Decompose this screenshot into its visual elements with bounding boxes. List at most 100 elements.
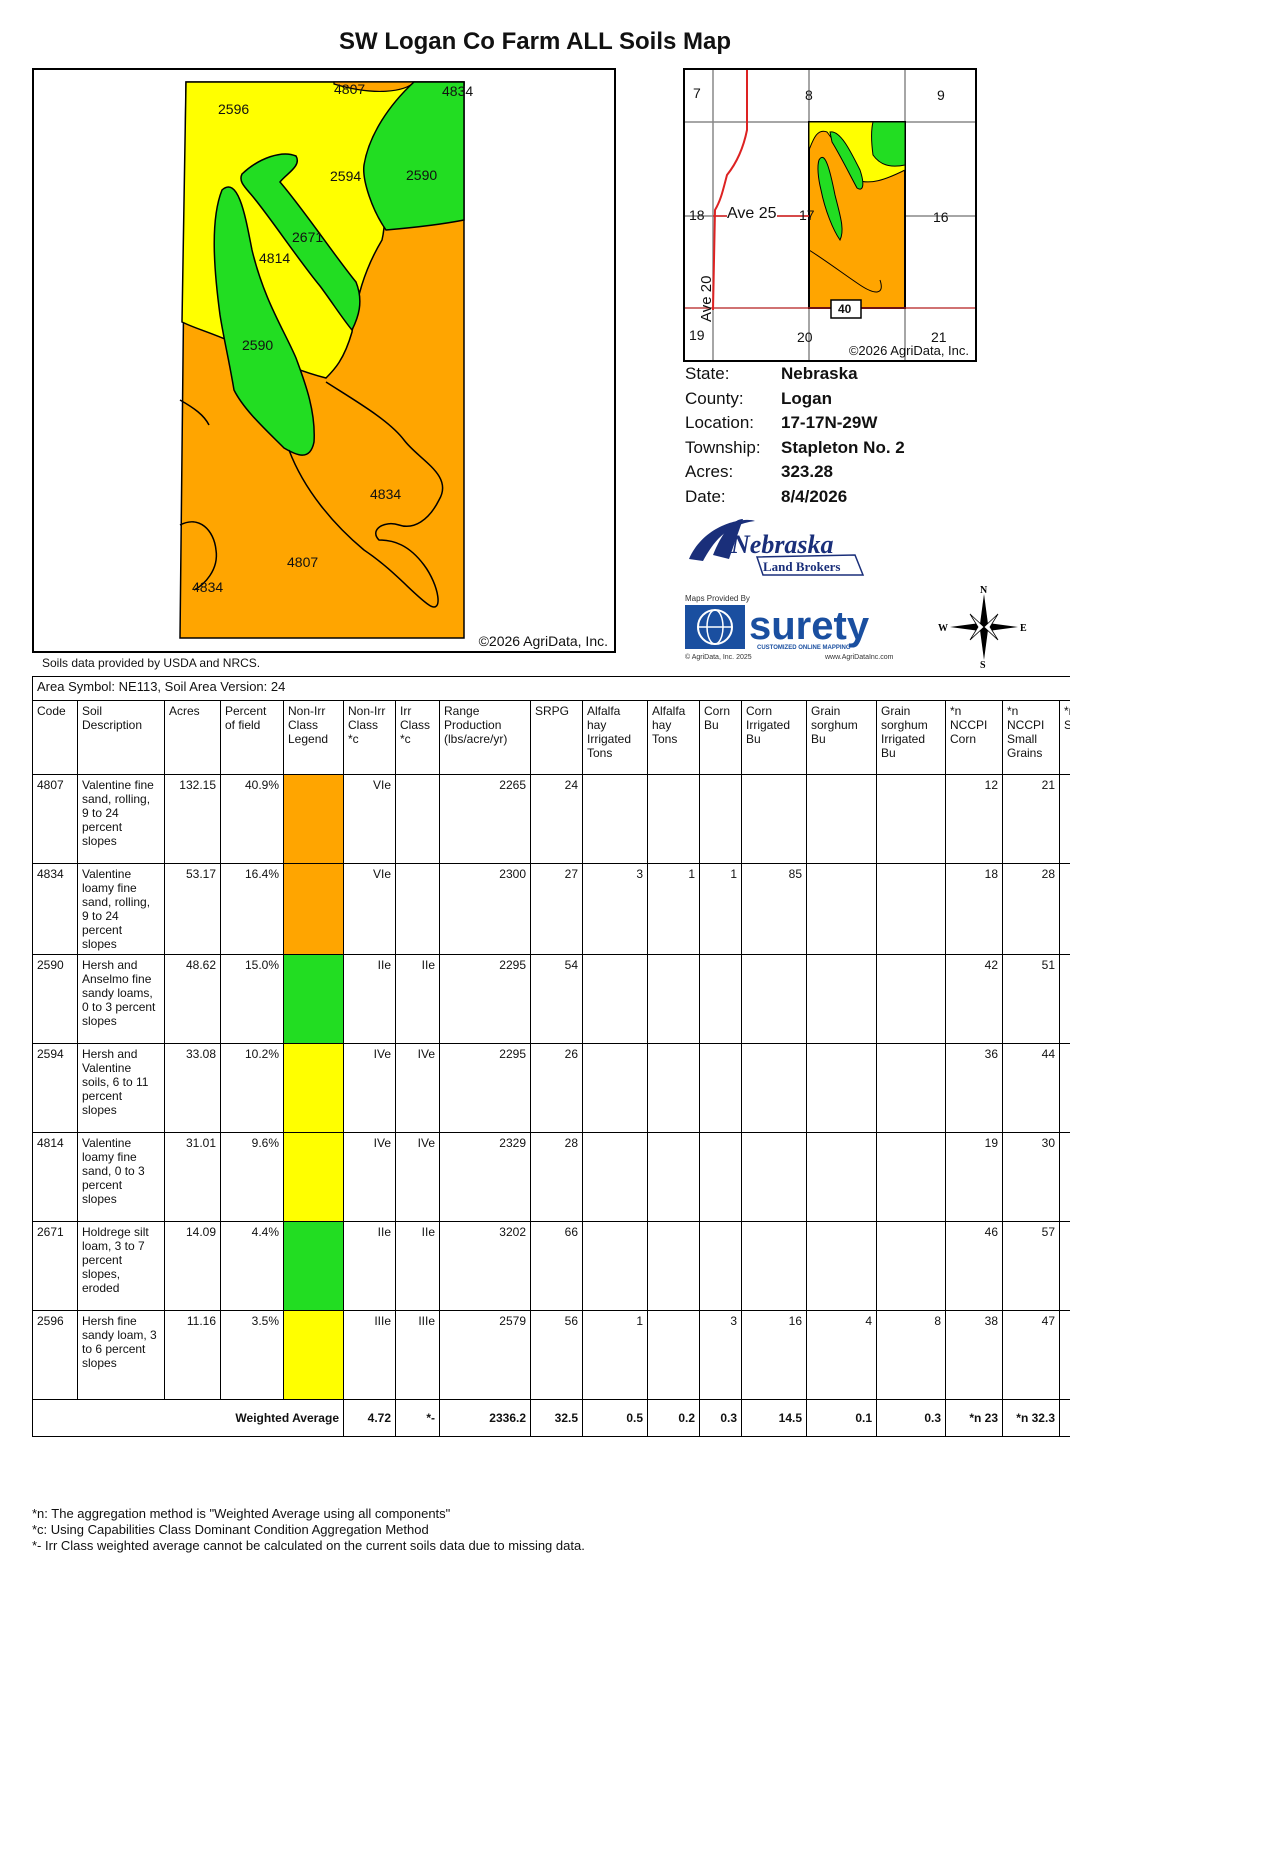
col-header: Alfalfa hay Irrigated Tons	[582, 700, 648, 775]
cell-pct: 3.5%	[220, 1310, 284, 1400]
cell-alf-irr: 1	[582, 1310, 648, 1400]
col-header: Percent of field	[220, 700, 284, 775]
class-legend-swatch	[283, 863, 344, 955]
soils-table: Code Soil Description Acres Percent of f…	[32, 700, 1123, 1437]
col-header: Non-Irr Class *c	[343, 700, 396, 775]
cell-corn-irr: 16	[741, 1310, 807, 1400]
cell-corn-irr	[741, 954, 807, 1044]
cell-nccpi-corn: 42	[945, 954, 1003, 1044]
map-label-2596: 2596	[218, 101, 250, 117]
cell-pct: 9.6%	[220, 1132, 284, 1222]
cell-alf-irr	[582, 1132, 648, 1222]
cell-desc: Hersh and Valentine soils, 6 to 11 perce…	[77, 1043, 165, 1133]
weighted-gs-irr: 0.3	[876, 1399, 946, 1437]
cell-irr: IIe	[395, 1221, 440, 1311]
info-row-location: Location: 17-17N-29W	[685, 413, 878, 433]
cell-corn: 1	[699, 863, 742, 955]
map-label-2594: 2594	[330, 168, 362, 184]
cell-code: 2671	[32, 1221, 78, 1311]
section-label-7: 7	[693, 85, 701, 101]
cell-nonirr: VIe	[343, 774, 396, 864]
cell-srpg: 27	[530, 863, 583, 955]
cell-srpg: 66	[530, 1221, 583, 1311]
cell-srpg: 26	[530, 1043, 583, 1133]
cell-acres: 48.62	[164, 954, 221, 1044]
cell-nonirr: IVe	[343, 1132, 396, 1222]
cell-acres: 31.01	[164, 1132, 221, 1222]
farm-info: State: Nebraska County: Logan Location: 17-…	[685, 364, 905, 512]
map-label-4814: 4814	[259, 250, 291, 266]
cell-alf	[647, 774, 700, 864]
compass-e: E	[1020, 623, 1027, 634]
cell-acres: 11.16	[164, 1310, 221, 1400]
compass-w: W	[938, 623, 948, 634]
map-label-2590-left: 2590	[242, 337, 274, 353]
cell-corn: 3	[699, 1310, 742, 1400]
class-legend-swatch	[283, 774, 344, 864]
cell-irr: IVe	[395, 1132, 440, 1222]
cell-desc: Valentine loamy fine sand, rolling, 9 to…	[77, 863, 165, 955]
cell-desc: Holdrege silt loam, 3 to 7 percent slope…	[77, 1221, 165, 1311]
compass-s: S	[980, 660, 986, 670]
map-label-4807-top: 4807	[334, 81, 366, 97]
cell-range: 2295	[439, 1043, 531, 1133]
cell-alf	[647, 1221, 700, 1311]
class-legend-swatch	[283, 1221, 344, 1311]
col-header: *n NCCPI Small Grains	[1002, 700, 1060, 775]
cell-gs	[806, 1132, 877, 1222]
cell-acres: 53.17	[164, 863, 221, 955]
section-label-21: 21	[931, 329, 947, 345]
col-header: Corn Bu	[699, 700, 742, 775]
cell-gs	[806, 774, 877, 864]
footnote-n: *n: The aggregation method is "Weighted …	[32, 1506, 451, 1521]
cell-gs-irr	[876, 1221, 946, 1311]
nlb-logo-name: Nebraska	[730, 530, 834, 559]
cell-nccpi-sg: 30	[1002, 1132, 1060, 1222]
surety-provided-by: Maps Provided By	[685, 594, 750, 603]
map-label-2590-top: 2590	[406, 167, 438, 183]
cell-corn-irr	[741, 1043, 807, 1133]
cell-alf-irr	[582, 1221, 648, 1311]
cell-code: 2590	[32, 954, 78, 1044]
cell-irr: IVe	[395, 1043, 440, 1133]
locator-copyright: ©2026 AgriData, Inc.	[848, 343, 969, 358]
cell-code: 4807	[32, 774, 78, 864]
cell-nccpi-corn: 19	[945, 1132, 1003, 1222]
soils-map-drawing	[179, 81, 465, 639]
cell-range: 2295	[439, 954, 531, 1044]
map-label-4834-bottom: 4834	[192, 579, 224, 595]
info-row-township: Township: Stapleton No. 2	[685, 437, 905, 457]
col-header: Soil Description	[77, 700, 165, 775]
cell-corn-irr	[741, 774, 807, 864]
highway-shield-label: 40	[838, 302, 852, 316]
footnote-dash: *- Irr Class weighted average cannot be …	[32, 1538, 585, 1553]
cell-nonirr: IIe	[343, 1221, 396, 1311]
weighted-irr: *-	[395, 1399, 440, 1437]
cell-pct: 15.0%	[220, 954, 284, 1044]
cell-gs-irr: 8	[876, 1310, 946, 1400]
cell-nccpi-corn: 46	[945, 1221, 1003, 1311]
cell-alf	[647, 954, 700, 1044]
cell-srpg: 54	[530, 954, 583, 1044]
cell-alf	[647, 1132, 700, 1222]
weighted-corn-irr: 14.5	[741, 1399, 807, 1437]
cell-range: 2579	[439, 1310, 531, 1400]
cell-corn-irr	[741, 1132, 807, 1222]
cell-pct: 4.4%	[220, 1221, 284, 1311]
section-label-17: 17	[799, 207, 815, 223]
area-symbol-bar: Area Symbol: NE113, Soil Area Version: 2…	[32, 676, 1072, 700]
cell-desc: Hersh and Anselmo fine sandy loams, 0 to…	[77, 954, 165, 1044]
cell-nccpi-corn: 38	[945, 1310, 1003, 1400]
cell-gs-irr	[876, 1043, 946, 1133]
page-title: SW Logan Co Farm ALL Soils Map	[338, 28, 731, 55]
col-header: Acres	[164, 700, 221, 775]
cell-srpg: 28	[530, 1132, 583, 1222]
info-row-county: County: Logan	[685, 388, 832, 408]
info-row-acres: Acres: 323.28	[685, 462, 833, 482]
cell-pct: 16.4%	[220, 863, 284, 955]
compass-n: N	[980, 585, 988, 596]
weighted-alf-irr: 0.5	[582, 1399, 648, 1437]
col-header: Alfalfa hay Tons	[647, 700, 700, 775]
cell-nccpi-sg: 28	[1002, 863, 1060, 955]
cell-code: 2594	[32, 1043, 78, 1133]
